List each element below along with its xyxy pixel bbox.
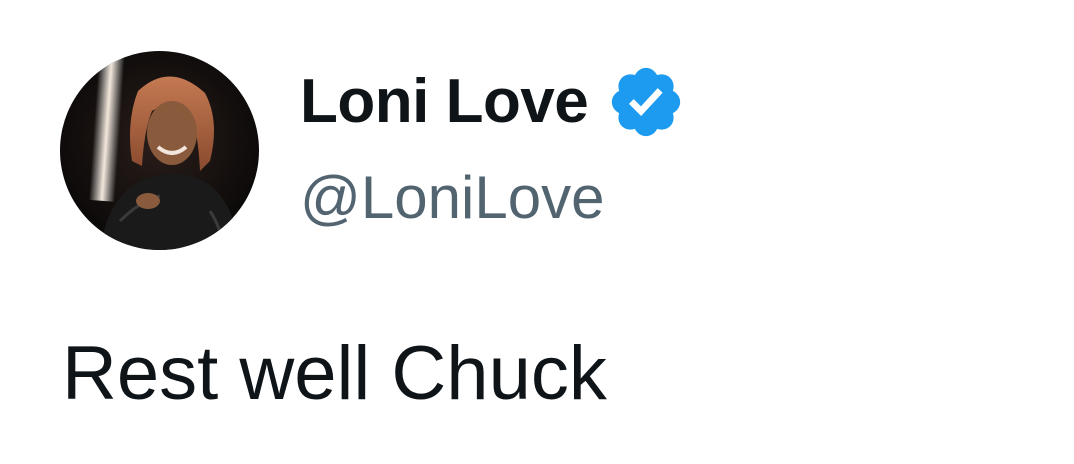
tweet-text: Rest well Chuck — [62, 331, 607, 416]
author-name-row[interactable]: Loni Love — [300, 62, 686, 142]
profile-photo-icon — [60, 51, 259, 250]
display-name[interactable]: Loni Love — [300, 71, 589, 133]
avatar[interactable] — [60, 51, 259, 250]
verified-badge-icon — [612, 67, 681, 137]
tweet-card: Loni Love @LoniLove Rest well Chuck — [0, 0, 1074, 464]
author-handle[interactable]: @LoniLove — [300, 168, 604, 228]
